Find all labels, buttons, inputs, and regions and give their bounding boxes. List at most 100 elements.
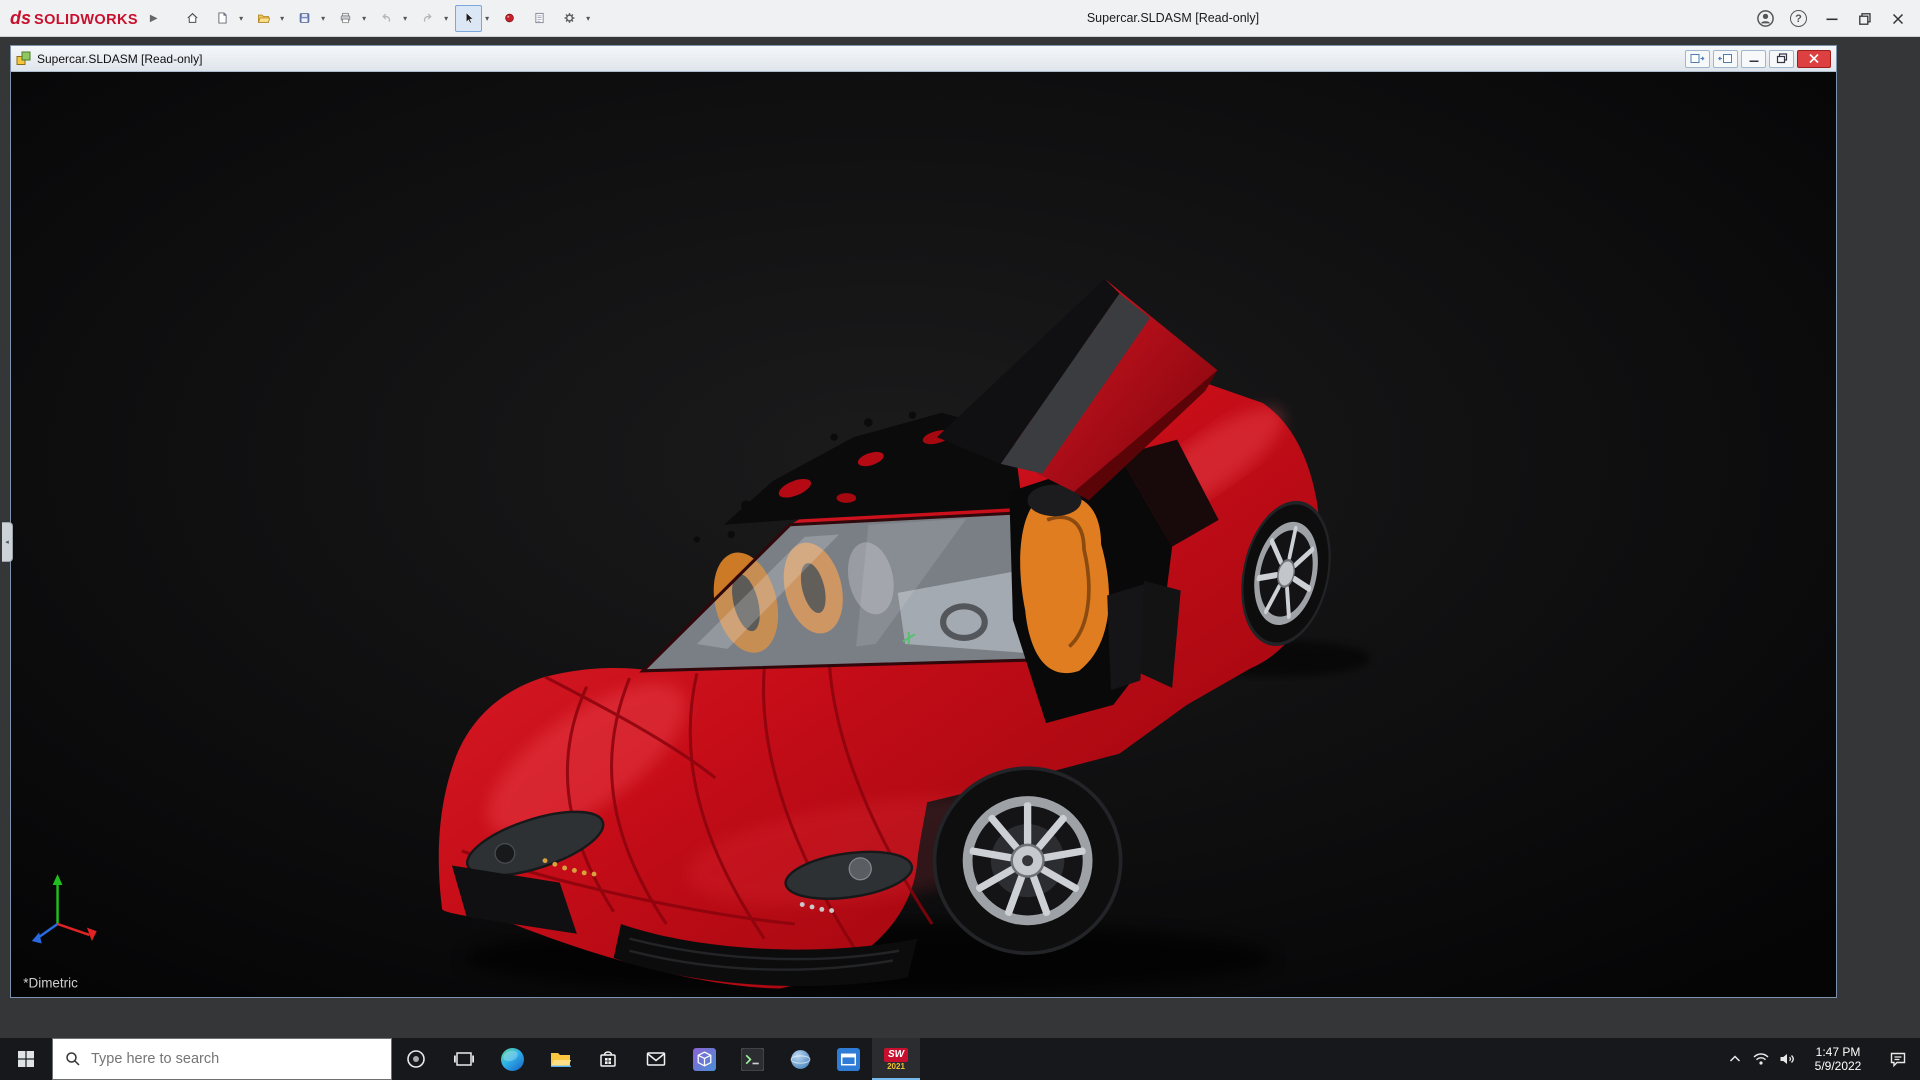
start-icon	[16, 1049, 36, 1069]
task-view-button[interactable]	[440, 1038, 488, 1080]
action-center-button[interactable]	[1876, 1038, 1920, 1080]
logo-text: SOLIDWORKS	[34, 12, 138, 28]
app-minimize-button[interactable]	[1817, 5, 1846, 33]
system-tray: 1:47 PM 5/9/2022	[1722, 1038, 1920, 1080]
doc-minimize-button[interactable]	[1741, 50, 1766, 68]
options-button[interactable]	[556, 5, 583, 32]
clock-date: 5/9/2022	[1815, 1059, 1862, 1073]
restore-icon	[1857, 11, 1873, 27]
solidworks-letters: SW	[884, 1048, 908, 1062]
print-caret[interactable]: ▾	[359, 5, 370, 32]
open-button[interactable]	[250, 5, 277, 32]
document-titlebar: Supercar.SLDASM [Read-only]	[11, 46, 1836, 72]
viewport-3d[interactable]: *Dimetric	[11, 72, 1836, 997]
redo-caret[interactable]: ▾	[441, 5, 452, 32]
account-icon	[1756, 9, 1775, 28]
home-button[interactable]	[179, 5, 206, 32]
search-input[interactable]	[89, 1050, 391, 1068]
document-window: Supercar.SLDASM [Read-only]	[10, 45, 1837, 998]
doc-restore-button[interactable]	[1769, 50, 1794, 68]
new-document-icon	[216, 9, 229, 27]
options-caret[interactable]: ▾	[583, 5, 594, 32]
edge-button[interactable]	[488, 1038, 536, 1080]
help-icon: ?	[1790, 10, 1807, 27]
tray-overflow-button[interactable]	[1722, 1038, 1748, 1080]
clock-time: 1:47 PM	[1816, 1045, 1861, 1059]
task-view-icon	[453, 1048, 475, 1070]
save-icon	[298, 9, 311, 27]
network-icon	[1752, 1050, 1770, 1068]
document-properties-icon	[533, 9, 546, 27]
save-button[interactable]	[291, 5, 318, 32]
app-restore-button[interactable]	[1850, 5, 1879, 33]
options-gear-icon	[563, 9, 576, 27]
titlebar-right-controls: ?	[1751, 0, 1920, 37]
print-button[interactable]	[332, 5, 359, 32]
select-tool-caret[interactable]: ▾	[482, 5, 493, 32]
graphics-area: *Dimetric	[11, 72, 1836, 997]
solidworks-app-icon: SW 2021	[884, 1048, 908, 1071]
cube-app-icon	[693, 1048, 716, 1071]
new-document-caret[interactable]: ▾	[236, 5, 247, 32]
open-caret[interactable]: ▾	[277, 5, 288, 32]
account-button[interactable]	[1751, 5, 1780, 33]
file-explorer-button[interactable]	[536, 1038, 584, 1080]
print-icon	[339, 9, 352, 27]
document-properties-button[interactable]	[526, 5, 553, 32]
feature-panel-collapse-tab[interactable]: ◂	[2, 522, 13, 562]
undo-button[interactable]	[373, 5, 400, 32]
edge-icon	[501, 1048, 524, 1071]
sphere-app-icon	[789, 1048, 812, 1071]
document-window-controls	[1685, 50, 1831, 68]
taskbar-clock[interactable]: 1:47 PM 5/9/2022	[1800, 1038, 1876, 1080]
minimize-icon	[1748, 54, 1760, 64]
tray-up-arrow-icon	[1728, 1052, 1742, 1066]
red-circle-button[interactable]	[496, 5, 523, 32]
taskbar-search-box[interactable]	[52, 1038, 392, 1080]
store-button[interactable]	[584, 1038, 632, 1080]
red-circle-icon	[503, 9, 516, 27]
terminal-app-button[interactable]	[728, 1038, 776, 1080]
close-icon	[1890, 11, 1906, 27]
redo-button[interactable]	[414, 5, 441, 32]
view-orientation-label: *Dimetric	[23, 975, 78, 990]
volume-icon	[1778, 1050, 1796, 1068]
toolbar-flyout-arrow-icon[interactable]: ▶	[150, 13, 158, 24]
front-wheel	[933, 767, 1122, 954]
pane-toggle-icon-2	[1718, 53, 1733, 65]
solidworks-logo: ds SOLIDWORKS	[10, 8, 138, 29]
pane-toggle-icon-1	[1690, 53, 1705, 65]
select-arrow-icon	[462, 9, 475, 27]
cortana-button[interactable]	[392, 1038, 440, 1080]
redo-icon	[421, 9, 434, 27]
mail-button[interactable]	[632, 1038, 680, 1080]
select-tool-button[interactable]	[455, 5, 482, 32]
solidworks-year: 2021	[887, 1063, 905, 1071]
start-button[interactable]	[0, 1038, 52, 1080]
assembly-icon	[16, 51, 31, 66]
terminal-app-icon	[741, 1048, 764, 1071]
app-close-button[interactable]	[1883, 5, 1912, 33]
cortana-icon	[405, 1048, 427, 1070]
restore-icon	[1776, 53, 1788, 64]
undo-caret[interactable]: ▾	[400, 5, 411, 32]
pane-toggle-button-1[interactable]	[1685, 50, 1710, 68]
standard-toolbar: ▾ ▾ ▾ ▾ ▾ ▾ ▾	[176, 5, 594, 32]
blue-window-app-icon	[837, 1048, 860, 1071]
home-icon	[186, 9, 199, 27]
volume-button[interactable]	[1774, 1038, 1800, 1080]
solidworks-app-button[interactable]: SW 2021	[872, 1038, 920, 1080]
cube-app-button[interactable]	[680, 1038, 728, 1080]
blue-window-app-button[interactable]	[824, 1038, 872, 1080]
new-document-button[interactable]	[209, 5, 236, 32]
network-button[interactable]	[1748, 1038, 1774, 1080]
save-caret[interactable]: ▾	[318, 5, 329, 32]
store-icon	[597, 1048, 619, 1070]
help-button[interactable]: ?	[1784, 5, 1813, 33]
sphere-app-button[interactable]	[776, 1038, 824, 1080]
close-icon	[1808, 53, 1820, 64]
pane-toggle-button-2[interactable]	[1713, 50, 1738, 68]
search-icon	[65, 1051, 81, 1067]
document-title: Supercar.SLDASM [Read-only]	[37, 52, 202, 66]
doc-close-button[interactable]	[1797, 50, 1831, 68]
